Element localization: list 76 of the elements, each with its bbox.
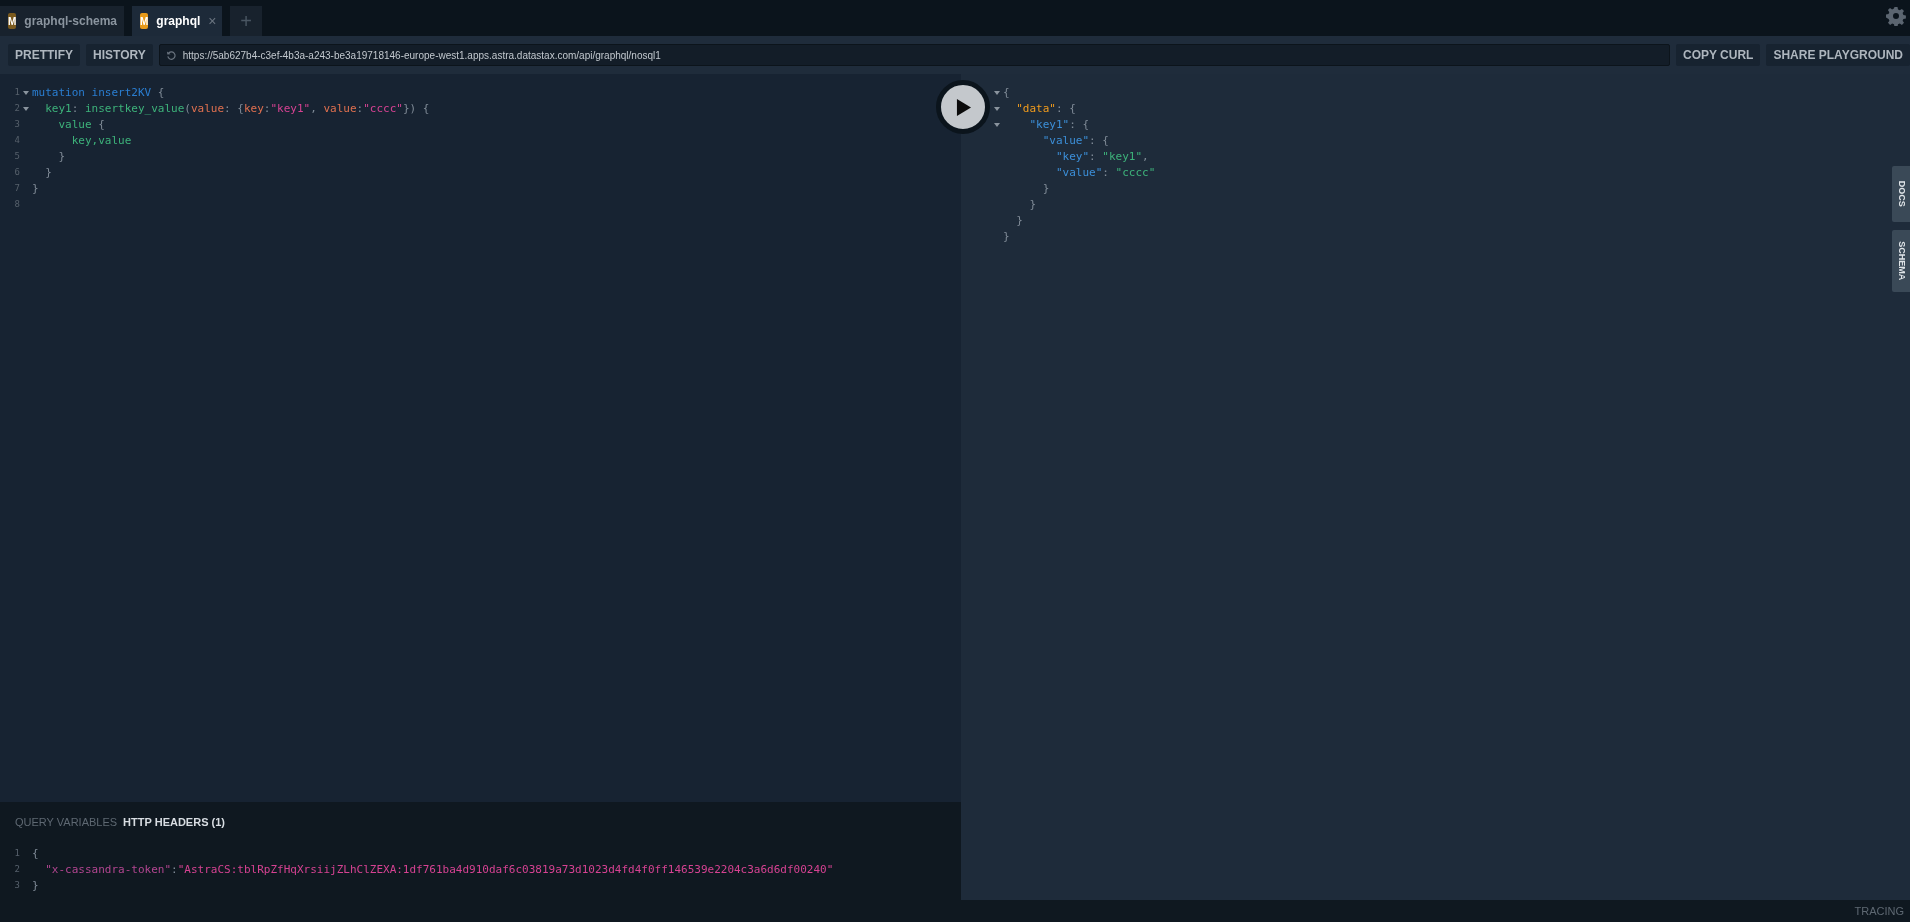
code-token: : — [1089, 148, 1097, 165]
tab-badge: M — [8, 13, 17, 29]
code-token: } — [1028, 196, 1037, 213]
code-token: "cccc" — [1115, 164, 1156, 181]
code-token: } — [32, 877, 39, 894]
code-token: , — [1142, 148, 1149, 165]
code-token: key1 — [44, 100, 72, 117]
fold-arrow-icon[interactable] — [994, 91, 1000, 95]
toolbar-button[interactable]: COPY CURL — [1675, 44, 1761, 66]
code-token: "key1" — [270, 100, 311, 117]
code-token: : — [1102, 164, 1110, 181]
code-token: } — [1003, 228, 1010, 245]
code-token: "key1" — [1102, 148, 1143, 165]
code-token: , — [310, 100, 318, 117]
settings-icon[interactable] — [1886, 6, 1906, 26]
code-token: { — [32, 845, 39, 862]
line-number: 3 — [13, 879, 20, 893]
line-number: 6 — [13, 166, 20, 180]
code-token: : { — [1089, 132, 1109, 149]
fold-arrow-icon[interactable] — [23, 91, 29, 95]
line-number: 2 — [13, 863, 20, 877]
fold-arrow-icon[interactable] — [994, 123, 1000, 127]
run-button[interactable] — [936, 80, 990, 134]
code-token: { — [156, 84, 165, 101]
code-token: "x-cassandra-token" — [44, 861, 172, 878]
code-token: } — [57, 148, 66, 165]
side-tab[interactable]: DOCS — [1892, 166, 1910, 222]
code-token: } — [32, 180, 39, 197]
fold-arrow-icon[interactable] — [994, 107, 1000, 111]
code-token: value — [190, 100, 225, 117]
fold-arrow-icon[interactable] — [23, 107, 29, 111]
toolbar-button[interactable]: PRETTIFY — [8, 44, 80, 66]
code-token: "AstraCS:tblRpZfHqXrsiijZLhClZEXA:1df761ba4d910daf6c03819a73d1023d4fd4f0ff146539e2204c3a6d6df00240" — [177, 861, 834, 878]
code-token: "cccc" — [363, 100, 403, 117]
line-number: 3 — [13, 118, 20, 132]
code-token: : — [171, 861, 178, 878]
line-number: 2 — [13, 102, 20, 116]
code-token: } — [44, 164, 52, 181]
code-token: value — [57, 116, 92, 133]
code-token: insert2KV — [90, 84, 152, 101]
play-icon — [955, 98, 971, 116]
code-token: }) { — [402, 100, 430, 117]
code-token: insertkey_value — [85, 100, 185, 117]
code-token: : { — [1069, 116, 1090, 133]
code-token: mutation — [32, 84, 85, 101]
code-token: { — [1003, 84, 1010, 101]
line-number: 7 — [13, 182, 20, 196]
line-number: 1 — [13, 847, 20, 861]
code-token: } — [1041, 180, 1050, 197]
panel-tab[interactable]: HTTP HEADERS (1) — [123, 813, 225, 831]
code-token: "key" — [1054, 148, 1090, 165]
tab-badge: M — [140, 13, 149, 29]
code-token: key,value — [70, 132, 132, 149]
code-token: } — [1015, 212, 1023, 229]
toolbar-button[interactable]: HISTORY — [86, 44, 153, 66]
code-token: value — [323, 100, 357, 117]
side-tab[interactable]: SCHEMA — [1892, 230, 1910, 292]
code-token: : — [263, 100, 271, 117]
reload-icon[interactable] — [165, 49, 177, 61]
line-number: 8 — [13, 198, 20, 212]
line-number: 1 — [13, 86, 20, 100]
code-token: { — [97, 116, 105, 133]
code-token: "value" — [1054, 164, 1103, 181]
tab[interactable]: M graphql × — [132, 6, 222, 36]
code-token: ( — [184, 100, 191, 117]
code-token: : { — [1056, 100, 1076, 117]
code-token: "data" — [1015, 100, 1056, 117]
code-token: key — [243, 100, 264, 117]
code-token: : — [356, 100, 364, 117]
tab[interactable]: M graphql-schema — [0, 6, 124, 36]
toolbar-button[interactable]: SHARE PLAYGROUND — [1766, 44, 1910, 66]
code-token: "key1" — [1028, 116, 1070, 133]
code-token: : — [71, 100, 80, 117]
code-token: : { — [224, 100, 244, 117]
code-token: "value" — [1041, 132, 1090, 149]
url-field[interactable]: https://5ab627b4-c3ef-4b3a-a243-be3a19718146-europe-west1.apps.astra.datastax.com/api/graphql/nosql1 — [158, 44, 1670, 66]
